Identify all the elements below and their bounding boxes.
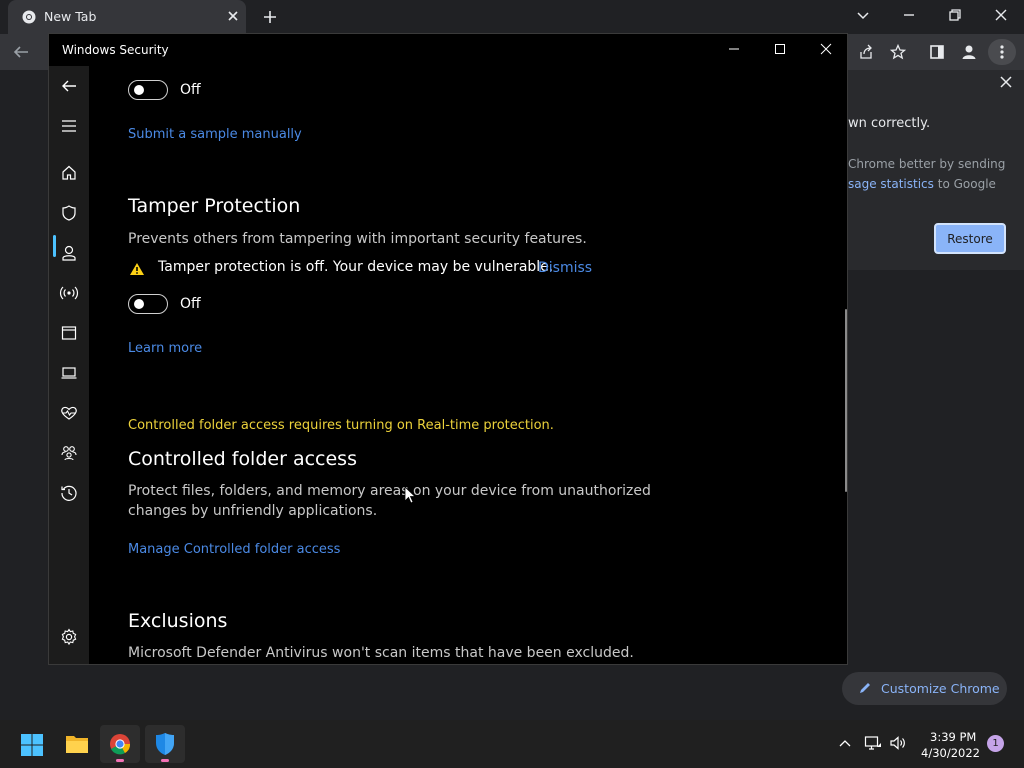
bubble-stats-text: Chrome better by sending (848, 157, 1006, 171)
exclusions-description: Microsoft Defender Antivirus won't scan … (128, 645, 634, 661)
cfa-description-line1: Protect files, folders, and memory areas… (128, 483, 651, 499)
running-indicator (161, 759, 169, 762)
pencil-icon (858, 681, 872, 695)
new-tab-plus-icon[interactable] (262, 9, 278, 25)
cfa-description-line2: changes by unfriendly applications. (128, 503, 378, 519)
back-arrow-icon[interactable] (59, 76, 79, 96)
tamper-protection-heading: Tamper Protection (128, 195, 301, 217)
ws-sidebar (49, 66, 89, 664)
ws-titlebar: Windows Security (49, 34, 847, 66)
windows-security-shield-icon (154, 732, 176, 756)
ws-scrollbar[interactable] (845, 309, 847, 492)
tab-close-icon[interactable] (226, 9, 240, 23)
taskbar-clock-time[interactable]: 3:39 PM (930, 730, 976, 744)
manage-cfa-link[interactable]: Manage Controlled folder access (128, 542, 340, 557)
tab-search-chevron-icon[interactable] (856, 8, 870, 22)
app-browser-control-icon[interactable] (59, 323, 79, 343)
hamburger-menu-icon[interactable] (59, 116, 79, 136)
nav-selected-indicator (53, 235, 56, 257)
ws-close-icon[interactable] (819, 42, 833, 56)
device-security-laptop-icon[interactable] (59, 363, 79, 383)
tamper-toggle-switch[interactable] (128, 294, 168, 314)
restore-button[interactable]: Restore (934, 223, 1006, 254)
show-hidden-icons-chevron-icon[interactable] (838, 737, 852, 749)
restore-pages-bubble: wn correctly. Chrome better by sending s… (836, 70, 1024, 270)
tamper-warning-text: Tamper protection is off. Your device ma… (158, 259, 554, 275)
cfa-notice: Controlled folder access requires turnin… (128, 418, 554, 433)
mouse-pointer-icon (404, 486, 416, 504)
running-indicator (116, 759, 124, 762)
toggle-state-label: Off (180, 82, 201, 98)
firewall-network-icon[interactable] (59, 283, 79, 303)
settings-gear-icon[interactable] (59, 627, 79, 647)
volume-speaker-icon[interactable] (889, 735, 907, 751)
chrome-minimize-icon[interactable] (902, 8, 916, 22)
chrome-logo-icon (109, 733, 131, 755)
chrome-menu-button[interactable] (988, 39, 1016, 65)
network-icon[interactable] (864, 735, 882, 751)
back-arrow-icon[interactable] (12, 44, 30, 60)
chrome-tabstrip: New Tab (0, 0, 1024, 34)
taskbar-windows-security-app[interactable] (145, 725, 185, 763)
learn-more-link[interactable]: Learn more (128, 341, 202, 356)
tab-new-tab[interactable]: New Tab (8, 0, 246, 34)
window-title: Windows Security (62, 43, 169, 57)
virus-threat-protection-settings: Off Submit a sample manually Tamper Prot… (89, 66, 847, 664)
shield-icon[interactable] (59, 203, 79, 223)
kebab-menu-icon (1000, 45, 1004, 59)
bubble-message: wn correctly. (848, 116, 931, 131)
health-heart-icon[interactable] (59, 403, 79, 423)
windows-taskbar (0, 720, 1024, 768)
chrome-close-icon[interactable] (994, 8, 1008, 22)
file-explorer-folder-icon[interactable] (65, 733, 89, 755)
dismiss-link[interactable]: Dismiss (538, 260, 592, 276)
profile-icon[interactable] (961, 44, 977, 60)
notification-count-badge[interactable]: 1 (987, 735, 1004, 752)
ws-minimize-icon[interactable] (727, 42, 741, 56)
home-icon[interactable] (59, 163, 79, 183)
protection-history-icon[interactable] (59, 483, 79, 503)
controlled-folder-access-heading: Controlled folder access (128, 448, 357, 470)
bubble-stats-line: sage statistics to Google (848, 177, 996, 191)
taskbar-clock-date[interactable]: 4/30/2022 (921, 746, 980, 760)
taskbar-chrome-app[interactable] (100, 725, 140, 763)
customize-chrome-label: Customize Chrome (881, 681, 1000, 696)
tamper-toggle-state: Off (180, 296, 201, 312)
warning-triangle-icon (129, 262, 145, 276)
bookmark-star-icon[interactable] (890, 44, 906, 60)
family-options-icon[interactable] (59, 443, 79, 463)
chrome-restore-icon[interactable] (948, 8, 962, 22)
exclusions-heading: Exclusions (128, 610, 228, 632)
share-icon[interactable] (858, 44, 874, 60)
submit-sample-link[interactable]: Submit a sample manually (128, 127, 302, 142)
bubble-close-icon[interactable] (1000, 76, 1012, 88)
windows-start-icon[interactable] (21, 734, 43, 756)
tab-title: New Tab (44, 9, 97, 24)
account-person-icon[interactable] (59, 243, 79, 263)
tamper-protection-description: Prevents others from tampering with impo… (128, 231, 587, 247)
chrome-favicon-icon (22, 10, 36, 24)
customize-chrome-button[interactable]: Customize Chrome (842, 672, 1007, 705)
ws-maximize-icon[interactable] (773, 42, 787, 56)
side-panel-icon[interactable] (929, 44, 945, 60)
windows-security-window: Windows Security Off Submit a sample man… (48, 33, 848, 665)
realtime-toggle-switch[interactable] (128, 80, 168, 100)
bubble-stats-suffix: to Google (933, 177, 996, 191)
usage-statistics-link[interactable]: sage statistics (848, 177, 934, 191)
